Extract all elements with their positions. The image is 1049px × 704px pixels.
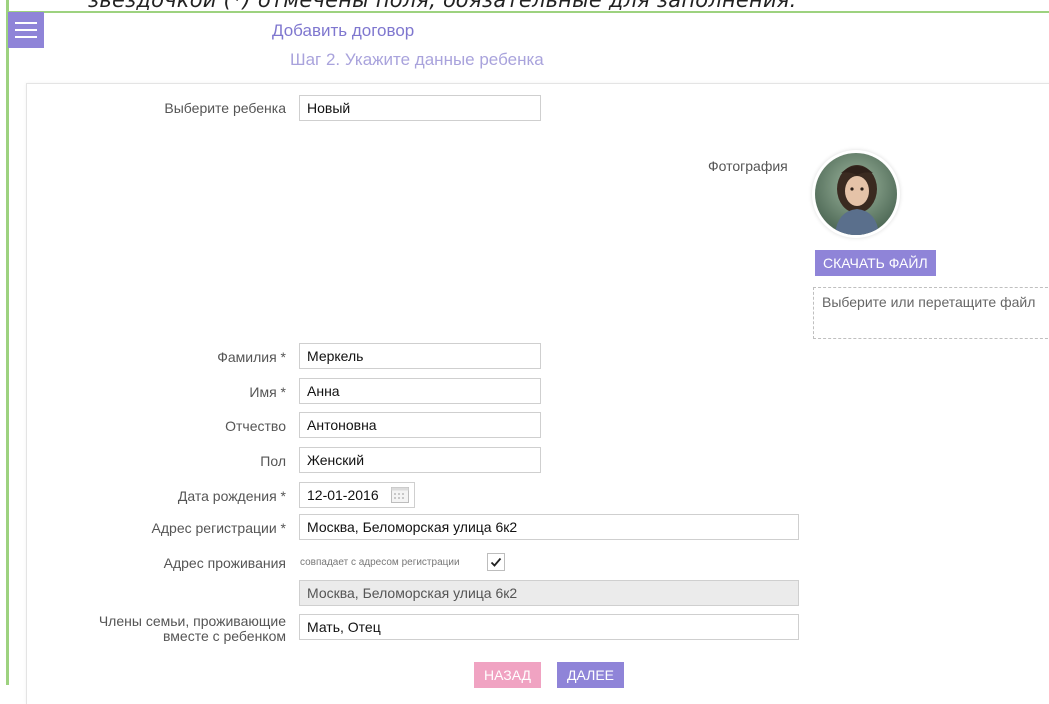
name-input[interactable]: Анна [299,378,541,404]
surname-input[interactable]: Меркель [299,343,541,369]
family-members-label-line1: Члены семьи, проживающие [98,613,286,629]
surname-label: Фамилия * [217,349,286,365]
gender-select[interactable]: Женский [299,447,541,473]
child-select-label: Выберите ребенка [164,100,286,116]
patronymic-input[interactable]: Антоновна [299,412,541,438]
frame-border-top [6,11,1049,13]
patronymic-label: Отчество [225,418,286,434]
family-members-label-line2: вместе с ребенком [163,628,286,644]
child-select[interactable]: Новый [299,95,541,121]
reg-address-input[interactable]: Москва, Беломорская улица 6к2 [299,514,799,540]
name-label: Имя * [249,384,286,400]
family-members-label: Члены семьи, проживающие вместе с ребенк… [99,614,286,644]
child-photo-avatar [815,153,897,235]
frame-border-left [6,0,9,685]
checkmark-icon [490,557,502,567]
family-members-input[interactable]: Мать, Отец [299,614,799,640]
living-address-input: Москва, Беломорская улица 6к2 [299,580,799,606]
next-button[interactable]: ДАЛЕЕ [557,662,624,688]
menu-icon-bar [15,22,37,24]
step-subtitle: Шаг 2. Укажите данные ребенка [290,50,544,69]
calendar-icon[interactable] [391,487,409,503]
same-as-registration-text: совпадает с адресом регистрации [300,557,460,568]
photo-label: Фотография [708,158,788,174]
download-file-button[interactable]: СКАЧАТЬ ФАЙЛ [815,250,936,276]
reg-address-label: Адрес регистрации * [151,520,286,536]
child-photo-image [815,153,897,235]
hamburger-menu-button[interactable] [8,12,44,48]
gender-label: Пол [260,453,286,469]
page-title: Добавить договор [272,21,415,40]
menu-icon-bar [15,36,37,38]
birthdate-label: Дата рождения * [177,488,286,504]
menu-icon-bar [15,29,37,31]
living-address-label: Адрес проживания [163,555,286,571]
file-dropzone[interactable]: Выберите или перетащите файл [813,287,1049,339]
back-button[interactable]: НАЗАД [474,662,542,688]
same-as-registration-checkbox[interactable] [487,553,505,571]
